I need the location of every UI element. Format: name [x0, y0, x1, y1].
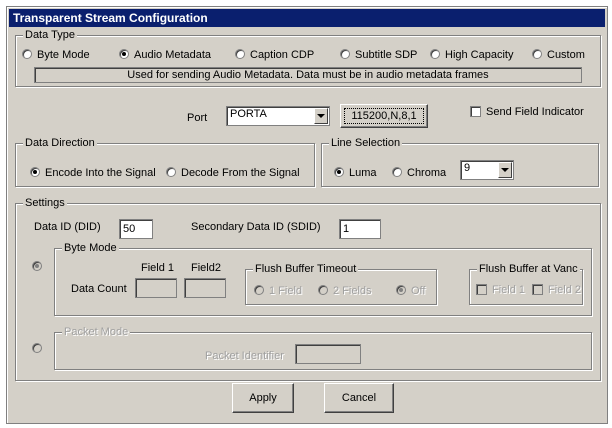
radio-icon — [318, 285, 328, 295]
direction-option-decode[interactable]: Decode From the Signal — [166, 166, 300, 180]
vanc-option-field2[interactable]: Field 2 — [532, 283, 581, 297]
radio-selected-icon — [334, 167, 344, 177]
data-direction-group: Data Direction Encode Into the Signal De… — [15, 136, 315, 187]
flush-option-off[interactable]: Off — [396, 284, 425, 298]
checkbox-icon — [470, 106, 481, 117]
field2-header: Field2 — [191, 262, 221, 274]
data-type-label: Data Type — [23, 28, 77, 42]
data-type-description: Used for sending Audio Metadata. Data mu… — [34, 67, 582, 83]
dialog-window: Transparent Stream Configuration Data Ty… — [6, 6, 608, 424]
sdid-label: Secondary Data ID (SDID) — [191, 221, 321, 233]
flush-timeout-label: Flush Buffer Timeout — [253, 262, 359, 276]
line-number-select[interactable]: 9 — [460, 160, 514, 180]
did-label: Data ID (DID) — [34, 221, 101, 233]
flush-vanc-label: Flush Buffer at Vanc — [477, 262, 580, 276]
cancel-button[interactable]: Cancel — [324, 383, 394, 413]
did-input[interactable]: 50 — [119, 219, 153, 239]
radio-icon — [166, 167, 176, 177]
byte-mode-label: Byte Mode — [62, 241, 119, 255]
port-select[interactable]: PORTA — [226, 106, 330, 126]
data-direction-label: Data Direction — [23, 136, 97, 150]
byte-mode-radio[interactable] — [32, 260, 47, 274]
port-label: Port — [187, 112, 208, 124]
radio-icon — [340, 49, 350, 59]
flush-timeout-group: Flush Buffer Timeout 1 Field 2 Fields Of… — [245, 262, 437, 305]
apply-button[interactable]: Apply — [232, 383, 294, 413]
packet-mode-label: Packet Mode — [62, 325, 131, 339]
checkbox-icon — [476, 284, 487, 295]
flush-option-2-fields[interactable]: 2 Fields — [318, 284, 372, 298]
packet-identifier-input[interactable] — [295, 344, 361, 364]
flush-vanc-group: Flush Buffer at Vanc Field 1 Field 2 — [469, 262, 583, 305]
port-select-value: PORTA — [230, 108, 267, 120]
data-type-option-custom[interactable]: Custom — [532, 48, 585, 62]
data-type-option-subtitle-sdp[interactable]: Subtitle SDP — [340, 48, 417, 62]
line-option-chroma[interactable]: Chroma — [392, 166, 446, 180]
radio-selected-icon — [119, 49, 129, 59]
settings-label: Settings — [23, 196, 67, 210]
data-type-option-byte-mode[interactable]: Byte Mode — [22, 48, 90, 62]
packet-mode-group: Packet Mode Packet Identifier — [54, 325, 592, 370]
byte-mode-group: Byte Mode Field 1 Field2 Data Count Flus… — [54, 241, 592, 316]
radio-icon — [392, 167, 402, 177]
sdid-input[interactable]: 1 — [339, 219, 381, 239]
settings-group: Settings Data ID (DID) 50 Secondary Data… — [15, 196, 601, 381]
radio-icon — [254, 285, 264, 295]
radio-selected-icon — [30, 167, 40, 177]
radio-icon — [532, 49, 542, 59]
packet-identifier-label: Packet Identifier — [205, 350, 284, 362]
send-field-indicator[interactable]: Send Field Indicator — [470, 105, 584, 119]
line-selection-group: Line Selection Luma Chroma 9 — [321, 136, 599, 187]
radio-icon — [32, 343, 42, 353]
radio-icon — [430, 49, 440, 59]
line-selection-label: Line Selection — [329, 136, 403, 150]
data-type-option-audio-metadata[interactable]: Audio Metadata — [119, 48, 211, 62]
data-count-label: Data Count — [71, 283, 127, 295]
direction-option-encode[interactable]: Encode Into the Signal — [30, 166, 156, 180]
radio-icon — [235, 49, 245, 59]
port-settings-button[interactable]: 115200,N,8,1 — [340, 104, 428, 128]
packet-mode-radio[interactable] — [32, 342, 47, 356]
vanc-option-field1[interactable]: Field 1 — [476, 283, 525, 297]
data-type-option-caption-cdp[interactable]: Caption CDP — [235, 48, 314, 62]
radio-selected-icon — [32, 261, 42, 271]
flush-option-1-field[interactable]: 1 Field — [254, 284, 302, 298]
data-count-field2-input[interactable] — [184, 278, 226, 298]
field1-header: Field 1 — [141, 262, 175, 274]
line-number-value: 9 — [464, 162, 471, 174]
line-option-luma[interactable]: Luma — [334, 166, 377, 180]
data-type-group: Data Type Byte Mode Audio Metadata Capti… — [15, 28, 601, 87]
checkbox-icon — [532, 284, 543, 295]
data-type-option-high-capacity[interactable]: High Capacity — [430, 48, 513, 62]
radio-selected-icon — [396, 285, 406, 295]
chevron-down-icon[interactable] — [498, 162, 512, 178]
window-title: Transparent Stream Configuration — [9, 9, 605, 27]
radio-icon — [22, 49, 32, 59]
data-count-field1-input[interactable] — [135, 278, 177, 298]
chevron-down-icon[interactable] — [314, 108, 328, 124]
